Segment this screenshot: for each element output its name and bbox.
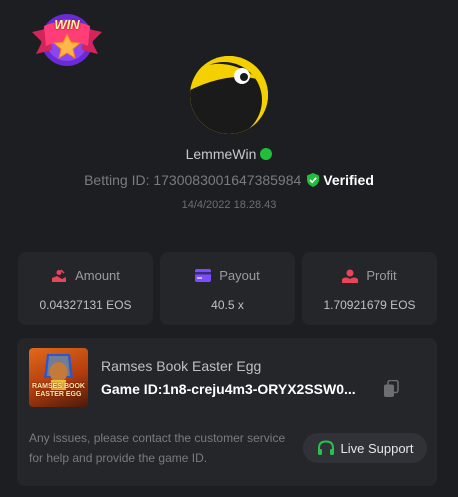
stat-card-head: Profit xyxy=(302,268,437,283)
profit-icon xyxy=(342,269,359,283)
verified-label: Verified xyxy=(323,172,374,188)
thumb-title-line2: EASTER EGG xyxy=(35,391,82,398)
game-name[interactable]: Ramses Book Easter Egg xyxy=(101,358,261,374)
game-thumbnail-title: RAMSES BOOK EASTER EGG xyxy=(29,383,88,399)
support-help-text: Any issues, please contact the customer … xyxy=(29,431,286,465)
game-thumbnail[interactable]: RAMSES BOOK EASTER EGG xyxy=(29,348,88,407)
stat-card-payout: Payout 40.5 x xyxy=(160,252,295,325)
betting-id-row: Betting ID: 1730083001647385984 Verified xyxy=(0,172,458,188)
stat-card-profit: Profit 1.70921679 EOS xyxy=(302,252,437,325)
stat-label: Payout xyxy=(219,268,260,283)
stat-card-head: Payout xyxy=(160,268,295,283)
online-status-icon xyxy=(260,148,273,160)
betting-id: Betting ID: 1730083001647385984 xyxy=(84,172,302,188)
avatar-eye-icon xyxy=(190,56,268,134)
bet-details-panel: WIN LemmeWin Betting ID: 173008300164738… xyxy=(0,0,458,497)
amount-icon xyxy=(52,268,67,282)
stat-card-head: Amount xyxy=(18,268,153,283)
live-support-button[interactable]: Live Support xyxy=(303,433,427,463)
stat-value: 40.5 x xyxy=(211,298,244,312)
stat-label: Profit xyxy=(366,268,397,283)
bet-timestamp: 14/4/2022 18.28.43 xyxy=(181,199,277,211)
stat-card-amount: Amount 0.04327131 EOS xyxy=(18,252,153,325)
game-card: RAMSES BOOK EASTER EGG Ramses Book Easte… xyxy=(17,338,437,486)
thumb-title-line1: RAMSES BOOK xyxy=(32,383,85,390)
stat-value: 1.70921679 EOS xyxy=(323,298,416,312)
headset-icon xyxy=(317,440,334,455)
win-badge: WIN xyxy=(30,10,104,68)
username: LemmeWin xyxy=(185,146,257,162)
shield-check-icon xyxy=(307,173,320,187)
avatar xyxy=(190,56,268,134)
username-row: LemmeWin xyxy=(0,146,458,162)
win-badge-text: WIN xyxy=(54,17,80,32)
copy-icon[interactable] xyxy=(383,380,399,398)
stat-label: Amount xyxy=(75,268,120,283)
game-id: Game ID:1n8-creju4m3-ORYX2SSW0... xyxy=(101,381,356,397)
live-support-label: Live Support xyxy=(340,440,414,456)
verified-badge: Verified xyxy=(307,172,374,188)
payout-icon xyxy=(195,269,212,282)
stat-value: 0.04327131 EOS xyxy=(39,298,132,312)
